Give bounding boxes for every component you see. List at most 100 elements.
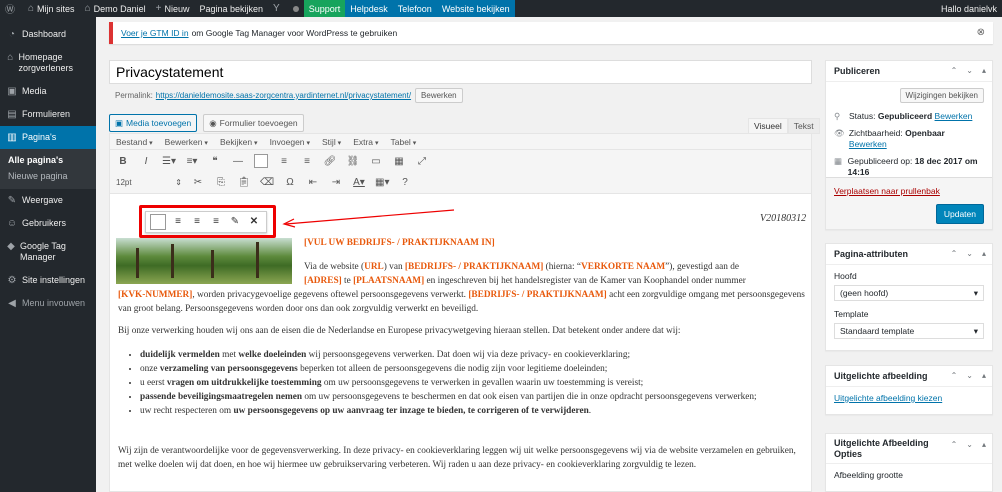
fullscreen-icon[interactable]: ⤢ bbox=[415, 156, 429, 167]
view-website-link[interactable]: Website bekijken bbox=[436, 0, 515, 17]
text-color-icon[interactable]: A▾ bbox=[352, 177, 366, 188]
chevron-up-icon[interactable]: ⌃ bbox=[951, 249, 958, 258]
submenu-new-page[interactable]: Nieuwe pagina bbox=[0, 168, 96, 184]
submenu-all-pages[interactable]: Alle pagina's bbox=[0, 152, 96, 168]
close-icon[interactable]: ⊗ bbox=[977, 27, 985, 38]
admin-sidebar: ◔ Dashboard ⌂ Homepage zorgverleners ▣ Medi… bbox=[0, 17, 96, 492]
blockquote-icon[interactable]: ❝ bbox=[208, 156, 222, 167]
greeting-label: Hallo danielvk bbox=[940, 3, 997, 14]
caret-up-icon[interactable]: ▴ bbox=[982, 66, 986, 75]
copy-icon[interactable]: ⎘ bbox=[214, 177, 228, 188]
permalink-url[interactable]: https://danieldemosite.saas-zorgcentra.y… bbox=[156, 91, 411, 100]
template-select[interactable]: Standaard template ▾ bbox=[834, 323, 984, 339]
sidebar-item-site-settings[interactable]: ⚙ Site instellingen bbox=[0, 269, 96, 292]
li-bold: verzameling van persoonsgegevens bbox=[159, 364, 298, 374]
menu-style[interactable]: Stijl bbox=[322, 137, 341, 147]
table-icon[interactable]: ▦▾ bbox=[375, 177, 389, 188]
sidebar-item-pages[interactable]: ▥ Pagina's bbox=[0, 126, 96, 149]
horizontal-line-icon[interactable]: — bbox=[231, 156, 245, 167]
menu-insert[interactable]: Invoegen bbox=[270, 137, 310, 147]
bold-icon[interactable]: B bbox=[116, 156, 130, 167]
form-icon: ◉ bbox=[209, 117, 217, 128]
view-page-link[interactable]: Pagina bekijken bbox=[195, 0, 269, 17]
font-size-select[interactable]: 12pt ⇕ bbox=[116, 178, 182, 187]
tab-text[interactable]: Tekst bbox=[787, 118, 820, 134]
chevron-down-icon[interactable]: ⌄ bbox=[966, 371, 973, 380]
chevron-down-icon[interactable]: ⌄ bbox=[966, 249, 973, 258]
toolbar-toggle-icon[interactable]: ▦ bbox=[392, 156, 406, 167]
sidebar-item-dashboard[interactable]: ◔ Dashboard bbox=[0, 23, 96, 46]
menu-edit[interactable]: Bewerken bbox=[165, 137, 208, 147]
view-changes-button[interactable]: Wijzigingen bekijken bbox=[899, 88, 984, 103]
helpdesk-link[interactable]: Helpdesk bbox=[345, 0, 393, 17]
post-title-input[interactable] bbox=[109, 60, 812, 84]
align-center-icon[interactable]: ≡ bbox=[277, 156, 291, 167]
tab-visual[interactable]: Visueel bbox=[748, 118, 788, 134]
chevron-up-icon[interactable]: ⌃ bbox=[951, 371, 958, 380]
wordpress-logo[interactable]: Ⓦ bbox=[0, 0, 23, 17]
bullet-list-icon[interactable]: ☰▾ bbox=[162, 156, 176, 167]
sidebar-item-users[interactable]: ☺ Gebruikers bbox=[0, 212, 96, 235]
editor-tabs: Visueel Tekst bbox=[748, 118, 820, 134]
p1-text: ) van bbox=[383, 262, 405, 272]
link-icon[interactable]: 🔗︎ bbox=[323, 156, 337, 167]
clear-format-icon[interactable]: ⌫ bbox=[260, 177, 274, 188]
box-controls: ⌃ ⌄ ▴ bbox=[951, 249, 986, 258]
caret-up-icon[interactable]: ▴ bbox=[982, 371, 986, 380]
edit-permalink-button[interactable]: Bewerken bbox=[415, 88, 463, 103]
help-icon[interactable]: ? bbox=[398, 177, 412, 188]
sidebar-item-appearance[interactable]: ✎ Weergave bbox=[0, 189, 96, 212]
sidebar-item-media[interactable]: ▣ Media bbox=[0, 80, 96, 103]
gtm-id-link[interactable]: Voer je GTM ID in bbox=[121, 28, 189, 38]
add-form-button[interactable]: ◉ Formulier toevoegen bbox=[203, 114, 304, 132]
status-label: Status: bbox=[849, 111, 876, 121]
update-button[interactable]: Updaten bbox=[935, 204, 984, 224]
chevron-down-icon[interactable]: ⌄ bbox=[966, 66, 973, 75]
sidebar-item-homepage[interactable]: ⌂ Homepage zorgverleners bbox=[0, 46, 96, 80]
indent-icon[interactable]: ⇥ bbox=[329, 177, 343, 188]
publish-actions: Verplaatsen naar prullenbak Updaten bbox=[826, 177, 992, 229]
eye-icon: 👁︎ bbox=[834, 128, 845, 138]
align-right-icon[interactable]: ≡ bbox=[300, 156, 314, 167]
paste-icon[interactable]: 📋︎ bbox=[237, 177, 251, 188]
caret-up-icon[interactable]: ▴ bbox=[982, 249, 986, 258]
add-media-button[interactable]: ▣ Media toevoegen bbox=[109, 114, 198, 132]
numbered-list-icon[interactable]: ≡▾ bbox=[185, 156, 199, 167]
site-name-label: Demo Daniel bbox=[93, 3, 146, 14]
sidebar-item-forms[interactable]: ▤ Formulieren bbox=[0, 103, 96, 126]
special-char-icon[interactable]: Ω bbox=[283, 177, 297, 188]
chevron-up-icon[interactable]: ⌃ bbox=[951, 439, 958, 450]
phone-link[interactable]: Telefoon bbox=[392, 0, 437, 17]
menu-file[interactable]: Bestand bbox=[116, 137, 153, 147]
p1-name: [BEDRIJFS- / PRAKTIJKNAAM] bbox=[404, 262, 544, 272]
cut-icon[interactable]: ✂ bbox=[191, 177, 205, 188]
my-sites-menu[interactable]: ⌂ Mijn sites bbox=[23, 0, 80, 17]
sidebar-item-gtm[interactable]: ◆ Google Tag Manager bbox=[0, 235, 96, 269]
unlink-icon[interactable]: ⛓ bbox=[346, 156, 360, 167]
yoast-menu[interactable]: Y bbox=[268, 0, 288, 17]
chevron-up-icon[interactable]: ⌃ bbox=[951, 66, 958, 75]
support-link[interactable]: Support bbox=[303, 0, 346, 17]
read-more-icon[interactable]: ▭ bbox=[369, 156, 383, 167]
menu-table[interactable]: Tabel bbox=[391, 137, 417, 147]
edit-status-link[interactable]: Bewerken bbox=[935, 111, 973, 121]
new-content-menu[interactable]: + Nieuw bbox=[151, 0, 195, 17]
editor: Bestand Bewerken Bekijken Invoegen Stijl… bbox=[109, 133, 812, 492]
outdent-icon[interactable]: ⇤ bbox=[306, 177, 320, 188]
box-controls: ⌃ ⌄ ▴ bbox=[951, 439, 986, 450]
caret-up-icon[interactable]: ▴ bbox=[982, 439, 986, 450]
p1-short: VERKORTE NAAM bbox=[581, 262, 666, 272]
align-none-icon[interactable] bbox=[254, 154, 268, 168]
sidebar-item-label: Dashboard bbox=[22, 29, 67, 39]
user-menu[interactable]: Hallo danielvk bbox=[936, 0, 1002, 17]
menu-extra[interactable]: Extra bbox=[353, 137, 378, 147]
choose-featured-image-link[interactable]: Uitgelichte afbeelding kiezen bbox=[834, 393, 942, 403]
trash-link[interactable]: Verplaatsen naar prullenbak bbox=[834, 186, 940, 196]
parent-select[interactable]: (geen hoofd) ▾ bbox=[834, 285, 984, 301]
italic-icon[interactable]: I bbox=[139, 156, 153, 167]
chevron-down-icon[interactable]: ⌄ bbox=[966, 439, 973, 450]
site-name-menu[interactable]: ⌂ Demo Daniel bbox=[80, 0, 151, 17]
edit-visibility-link[interactable]: Bewerken bbox=[849, 139, 887, 149]
sidebar-collapse[interactable]: ◀ Menu invouwen bbox=[0, 292, 96, 315]
menu-view[interactable]: Bekijken bbox=[220, 137, 258, 147]
